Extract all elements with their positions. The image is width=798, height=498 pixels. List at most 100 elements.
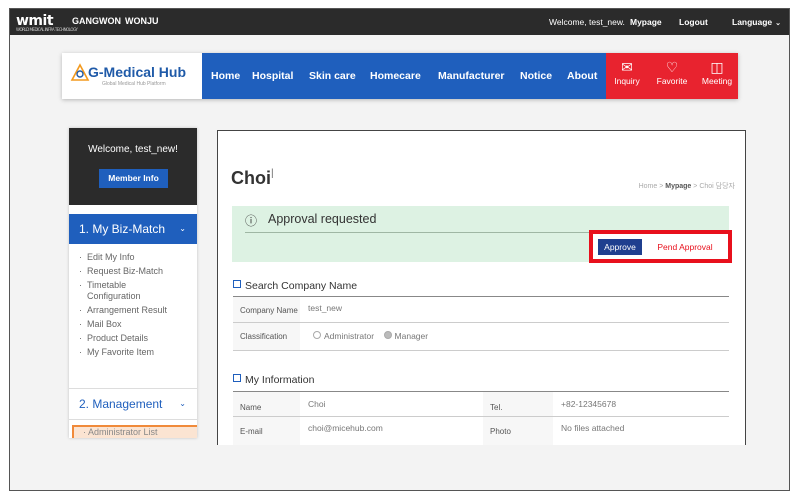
page-title-text: Choi (231, 168, 271, 188)
nav-about[interactable]: About (567, 70, 597, 82)
label-column (233, 392, 300, 445)
radio-manager-label: Manager (394, 331, 429, 341)
favorite-label: Favorite (656, 76, 688, 86)
browser-frame: wmit WORLD MEDICAL INFRA TECHNOLOGY GANG… (9, 8, 790, 491)
chevron-down-icon: ⌄ (179, 224, 186, 233)
sidebar-item-arrangement-result[interactable]: Arrangement Result (79, 305, 194, 316)
brand-logo[interactable]: G-Medical Hub Global Medical Hub Platfor… (62, 53, 202, 99)
divider (233, 322, 729, 323)
brand-title: G-Medical Hub (88, 64, 187, 80)
nav-home[interactable]: Home (211, 70, 240, 82)
brand-icon (70, 63, 90, 81)
text-cursor: | (271, 168, 274, 179)
classification-options: Administrator Manager (313, 331, 428, 341)
name-value: Choi (308, 399, 326, 409)
square-bullet-icon (233, 280, 241, 288)
page-title: Choi| (231, 168, 274, 189)
biz-match-list: Edit My Info Request Biz-Match Timetable… (79, 252, 194, 361)
breadcrumb-home[interactable]: Home (639, 183, 658, 190)
nav-manufacturer[interactable]: Manufacturer (438, 70, 505, 82)
sidebar-section-biz-match[interactable]: 1. My Biz-Match ⌄ (69, 214, 197, 244)
info-icon: ⓘ (245, 214, 258, 228)
wmit-logo-subtext: WORLD MEDICAL INFRA TECHNOLOGY (16, 27, 78, 32)
meeting-icon: ◫ (710, 59, 724, 75)
info-section-title: My Information (233, 374, 314, 386)
main-nav: G-Medical Hub Global Medical Hub Platfor… (62, 53, 738, 99)
company-section-label: Search Company Name (245, 280, 358, 292)
nav-skin-care[interactable]: Skin care (309, 70, 356, 82)
breadcrumb-current: Choi 담당자 (699, 183, 735, 190)
pend-approval-button[interactable]: Pend Approval (647, 239, 723, 255)
info-section-label: My Information (245, 374, 315, 386)
divider (233, 296, 729, 297)
label-column (483, 392, 553, 445)
sidebar-item-administrator-list[interactable]: · Administrator List (72, 425, 197, 438)
sidebar-item-my-favorite[interactable]: My Favorite Item (79, 347, 194, 358)
nav-hospital[interactable]: Hospital (252, 70, 293, 82)
section-label: 1. My Biz-Match (79, 222, 166, 236)
region-wonju: WONJU (125, 16, 159, 26)
region-gangwon: GANGWON (72, 16, 121, 26)
breadcrumb-separator: > (659, 183, 664, 190)
approval-alert-text: Approval requested (268, 212, 377, 226)
radio-administrator-label: Administrator (324, 331, 375, 341)
mypage-link[interactable]: Mypage (630, 17, 662, 27)
favorite-button[interactable]: ♡ Favorite (652, 59, 692, 86)
sidebar-item-timetable[interactable]: Timetable Configuration (79, 280, 167, 302)
radio-icon (383, 331, 392, 339)
member-info-button[interactable]: Member Info (99, 169, 168, 188)
section-label: 2. Management (79, 397, 163, 411)
approval-actions: Approve Pend Approval (589, 230, 732, 263)
classification-label: Classification (240, 332, 288, 341)
company-section-title: Search Company Name (233, 280, 357, 292)
nav-notice[interactable]: Notice (520, 70, 552, 82)
email-value: choi@micehub.com (308, 423, 383, 433)
sidebar: Welcome, test_new! Member Info 1. My Biz… (69, 128, 197, 438)
sidebar-item-edit-my-info[interactable]: Edit My Info (79, 252, 194, 263)
logout-link[interactable]: Logout (679, 17, 708, 27)
radio-manager[interactable]: Manager (383, 331, 429, 341)
divider (233, 416, 729, 417)
heart-icon: ♡ (665, 59, 679, 75)
quick-menu: ✉ Inquiry ♡ Favorite ◫ Meeting (606, 53, 738, 99)
approve-button[interactable]: Approve (598, 239, 642, 255)
inquiry-button[interactable]: ✉ Inquiry (607, 59, 647, 86)
wmit-logo[interactable]: wmit WORLD MEDICAL INFRA TECHNOLOGY (16, 13, 78, 32)
sidebar-item-mail-box[interactable]: Mail Box (79, 319, 194, 330)
tel-label: Tel. (490, 403, 503, 412)
photo-label: Photo (490, 427, 511, 436)
nav-menu: Home Hospital Skin care Homecare Manufac… (202, 53, 606, 99)
brand-subtitle: Global Medical Hub Platform (102, 81, 166, 87)
radio-icon (313, 331, 321, 339)
main-content: Choi| Home > Mypage > Choi 담당자 ⓘ Approva… (217, 130, 746, 445)
top-bar: wmit WORLD MEDICAL INFRA TECHNOLOGY GANG… (10, 9, 789, 35)
sidebar-item-request-biz-match[interactable]: Request Biz-Match (79, 266, 194, 277)
inquiry-label: Inquiry (614, 76, 640, 86)
divider (233, 391, 729, 392)
sidebar-welcome-text: Welcome, test_new! (88, 144, 178, 155)
email-label: E-mail (240, 427, 263, 436)
meeting-button[interactable]: ◫ Meeting (697, 59, 737, 86)
mail-icon: ✉ (621, 59, 633, 75)
breadcrumb: Home > Mypage > Choi 담당자 (639, 181, 735, 191)
meeting-label: Meeting (701, 76, 733, 86)
name-label: Name (240, 403, 262, 412)
tel-value: +82-12345678 (561, 399, 617, 409)
divider (233, 350, 729, 351)
admin-list-label: Administrator List (88, 427, 158, 437)
radio-administrator[interactable]: Administrator (313, 331, 374, 341)
welcome-text: Welcome, test_new. (549, 17, 625, 27)
company-name-label: Company Name (240, 306, 298, 315)
photo-value: No files attached (561, 423, 625, 433)
language-label: Language (732, 17, 773, 27)
sidebar-item-product-details[interactable]: Product Details (79, 333, 194, 344)
breadcrumb-mypage[interactable]: Mypage (665, 183, 691, 190)
sidebar-welcome: Welcome, test_new! Member Info (69, 128, 197, 205)
chevron-down-icon: ⌄ (179, 399, 186, 408)
language-select[interactable]: Language ⌄ (732, 17, 781, 27)
square-bullet-icon (233, 374, 241, 382)
breadcrumb-separator: > (693, 183, 698, 190)
company-name-value: test_new (308, 303, 343, 313)
sidebar-section-management[interactable]: 2. Management ⌄ (69, 388, 197, 420)
nav-homecare[interactable]: Homecare (370, 70, 421, 82)
